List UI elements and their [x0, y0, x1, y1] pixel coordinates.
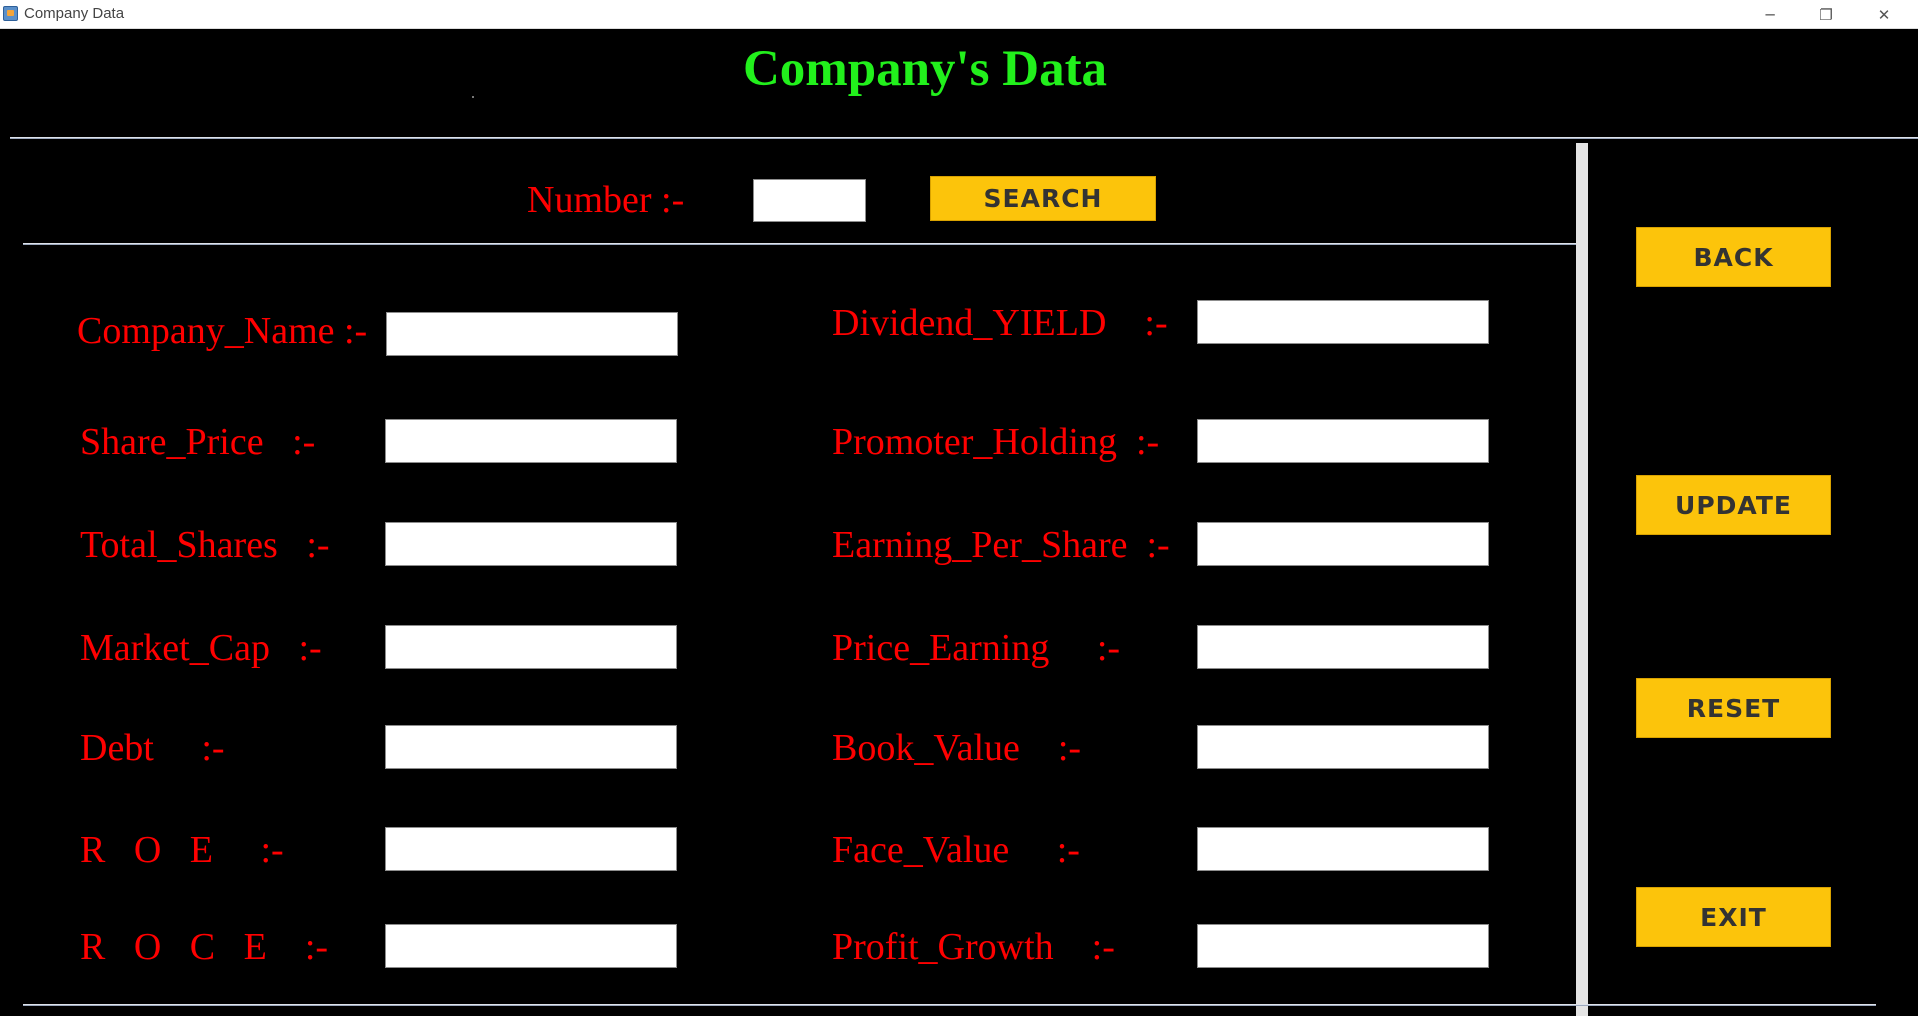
roe-label: R O E :- [80, 829, 284, 871]
book-value-label: Book_Value :- [832, 727, 1082, 769]
number-label: Number :- [527, 179, 685, 221]
vertical-separator [1576, 143, 1588, 1016]
market-cap-field[interactable] [385, 625, 677, 669]
company-name-label: Company_Name :- [77, 310, 368, 352]
total-shares-field[interactable] [385, 522, 677, 566]
promoter-holding-field[interactable] [1197, 419, 1489, 463]
roce-label: R O C E :- [80, 926, 329, 968]
profit-growth-field[interactable] [1197, 924, 1489, 968]
stray-dot [472, 96, 474, 98]
roe-field[interactable] [385, 827, 677, 871]
minimize-icon[interactable]: ─ [1742, 0, 1798, 29]
update-button[interactable]: UPDATE [1636, 475, 1831, 535]
eps-label: Earning_Per_Share :- [832, 524, 1170, 566]
share-price-label: Share_Price :- [80, 421, 316, 463]
number-input[interactable] [753, 179, 866, 222]
restore-icon[interactable]: ❐ [1798, 0, 1854, 29]
price-earning-label: Price_Earning :- [832, 627, 1121, 669]
back-button[interactable]: BACK [1636, 227, 1831, 287]
profit-growth-label: Profit_Growth :- [832, 926, 1115, 968]
java-app-icon [3, 6, 18, 21]
close-icon[interactable]: ✕ [1856, 0, 1912, 29]
eps-field[interactable] [1197, 522, 1489, 566]
dividend-yield-label: Dividend_YIELD :- [832, 302, 1168, 344]
debt-label: Debt :- [80, 727, 225, 769]
promoter-holding-label: Promoter_Holding :- [832, 421, 1160, 463]
total-shares-label: Total_Shares :- [80, 524, 330, 566]
search-divider [23, 243, 1576, 245]
reset-button[interactable]: RESET [1636, 678, 1831, 738]
market-cap-label: Market_Cap :- [80, 627, 322, 669]
exit-button[interactable]: EXIT [1636, 887, 1831, 947]
book-value-field[interactable] [1197, 725, 1489, 769]
window-title: Company Data [24, 5, 125, 22]
page-title: Company's Data [742, 41, 1108, 97]
face-value-label: Face_Value :- [832, 829, 1080, 871]
window-titlebar: Company Data ─ ❐ ✕ [0, 0, 1918, 29]
header-divider [10, 137, 1918, 139]
roce-field[interactable] [385, 924, 677, 968]
search-button[interactable]: SEARCH [930, 176, 1156, 221]
face-value-field[interactable] [1197, 827, 1489, 871]
price-earning-field[interactable] [1197, 625, 1489, 669]
bottom-divider [23, 1004, 1876, 1006]
share-price-field[interactable] [385, 419, 677, 463]
debt-field[interactable] [385, 725, 677, 769]
dividend-yield-field[interactable] [1197, 300, 1489, 344]
company-name-field[interactable] [386, 312, 678, 356]
